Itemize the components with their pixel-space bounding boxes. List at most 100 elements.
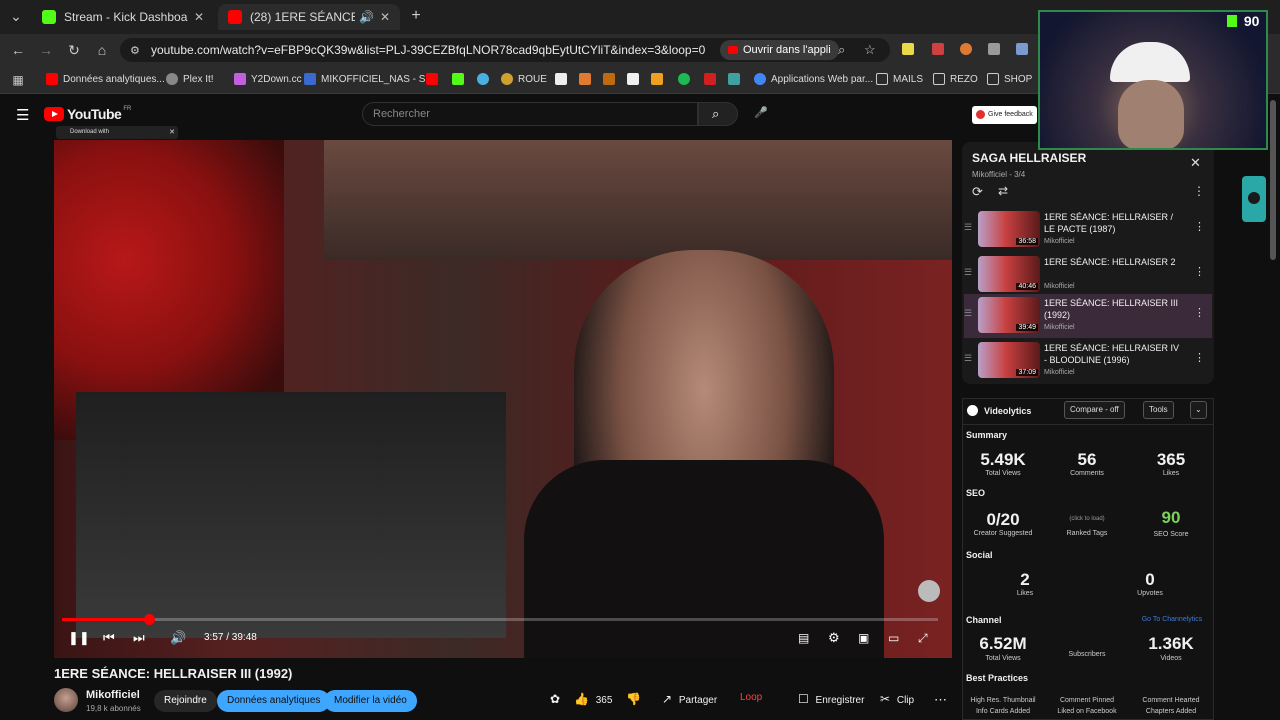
channel-name[interactable]: Mikofficiel [86, 689, 140, 701]
join-button[interactable]: Rejoindre [154, 690, 217, 712]
drag-handle-icon[interactable]: ☰ [964, 353, 972, 364]
bookmark-item[interactable] [555, 73, 572, 85]
channel-avatar[interactable] [54, 688, 78, 712]
dislike-button[interactable]: 👎 [626, 692, 641, 706]
close-tab-icon[interactable]: ✕ [194, 10, 204, 24]
progress-bar[interactable] [62, 614, 938, 625]
bookmark-item[interactable]: Applications Web par... [754, 73, 873, 85]
extension-icon[interactable] [1016, 43, 1028, 55]
extension-icon[interactable] [960, 43, 972, 55]
bookmark-item[interactable] [603, 73, 620, 85]
bookmark-folder[interactable]: REZO [933, 73, 978, 85]
forward-icon[interactable]: → [38, 42, 54, 58]
bookmark-item[interactable] [651, 73, 668, 85]
save-button[interactable]: ☐ Enregistrer [798, 692, 864, 706]
youtube-logo[interactable]: YouTube FR [44, 106, 131, 122]
item-menu-icon[interactable]: ⋮ [1194, 220, 1205, 233]
previous-button[interactable]: ⏮ [103, 630, 115, 646]
open-in-app-button[interactable]: Ouvrir dans l'appli [720, 40, 839, 60]
bookmark-item[interactable] [452, 73, 469, 85]
tools-dropdown[interactable]: Tools [1143, 401, 1174, 419]
playlist-item-active[interactable]: ☰ 39:49 1ERE SÉANCE: HELLRAISER III (199… [964, 294, 1212, 338]
playlist-item[interactable]: ☰ 37:09 1ERE SÉANCE: HELLRAISER IV - BLO… [964, 339, 1212, 383]
bookmark-item[interactable]: Plex It! [166, 73, 214, 85]
miniplayer-button[interactable]: ▣ [858, 630, 869, 646]
videolytics-side-widget[interactable] [1242, 176, 1266, 222]
click-to-load-link[interactable]: (click to load) [1047, 516, 1127, 522]
loop-button[interactable]: Loop [740, 692, 762, 703]
playlist-menu-icon[interactable]: ⋮ [1193, 184, 1205, 198]
playlist-title[interactable]: SAGA HELLRAISER [972, 151, 1086, 165]
home-icon[interactable]: ⌂ [94, 42, 110, 58]
shuffle-icon[interactable]: ⇄ [998, 184, 1008, 198]
drag-handle-icon[interactable]: ☰ [964, 267, 972, 278]
voice-search-icon[interactable]: 🎤 [752, 104, 770, 122]
give-feedback-button[interactable]: Give feedback [972, 106, 1037, 124]
page-scrollbar[interactable] [1270, 100, 1276, 260]
tab-search-icon[interactable]: ⌄ [8, 8, 24, 24]
subtitles-button[interactable]: ▤ [798, 630, 809, 646]
bookmark-item[interactable] [627, 73, 644, 85]
collapse-chevron-icon[interactable]: ⌄ [1190, 401, 1207, 419]
item-menu-icon[interactable]: ⋮ [1194, 265, 1205, 278]
bookmark-item[interactable] [477, 73, 494, 85]
site-info-icon[interactable]: ⚙ [130, 44, 140, 57]
extension-icon[interactable] [988, 43, 1000, 55]
bookmark-item[interactable] [704, 73, 721, 85]
search-button[interactable]: ⌕ [698, 102, 738, 126]
bookmark-item[interactable]: MIKOFFICIEL_NAS - S... [304, 73, 434, 85]
close-playlist-icon[interactable]: ✕ [1190, 155, 1201, 171]
scrubber-handle[interactable] [143, 614, 155, 625]
bookmark-item[interactable]: Y2Down.cc [234, 73, 302, 85]
hamburger-menu-icon[interactable]: ☰ [16, 106, 29, 124]
go-to-channelytics-link[interactable]: Go To Channelytics [1130, 616, 1214, 623]
pause-button[interactable]: ❚❚ [68, 630, 90, 646]
close-icon[interactable]: ✕ [169, 126, 175, 139]
video-player[interactable] [54, 140, 952, 658]
playlist-item[interactable]: ☰ 36:58 1ERE SÉANCE: HELLRAISER / LE PAC… [964, 208, 1212, 252]
tab-youtube-video[interactable]: (28) 1ERE SÉANCE: HELLRAISE 🔊 ✕ [218, 4, 400, 30]
extension-icon[interactable]: ✿ [550, 692, 560, 706]
channel-watermark[interactable] [918, 580, 940, 602]
clip-button[interactable]: ✂ Clip [880, 692, 914, 706]
cast-button[interactable]: ▭ [888, 630, 899, 646]
compare-toggle[interactable]: Compare - off [1064, 401, 1125, 419]
extension-icon[interactable] [932, 43, 944, 55]
new-tab-icon[interactable]: + [408, 8, 424, 24]
drag-handle-icon[interactable]: ☰ [964, 308, 972, 319]
settings-gear-icon[interactable]: ⚙ [828, 630, 840, 646]
reload-icon[interactable]: ↻ [66, 42, 82, 58]
like-button[interactable]: 👍 365 [574, 692, 612, 706]
bookmark-item[interactable]: ROUE [501, 73, 547, 85]
close-tab-icon[interactable]: ✕ [380, 10, 390, 24]
back-icon[interactable]: ← [10, 42, 26, 58]
bookmark-item[interactable] [728, 73, 745, 85]
analytics-button[interactable]: Données analytiques [217, 690, 331, 712]
apps-grid-icon[interactable]: ▦ [10, 72, 26, 88]
zoom-icon[interactable]: ⌕ [838, 42, 845, 58]
edit-video-button[interactable]: Modifier la vidéo [324, 690, 417, 712]
bookmark-folder[interactable]: SHOP [987, 73, 1032, 85]
share-button[interactable]: ↗ Partager [662, 692, 717, 706]
downloader-bar[interactable]: Download with ✕ [56, 126, 178, 139]
playlist-item[interactable]: ☰ 40:46 1ERE SÉANCE: HELLRAISER 2 Mikoff… [964, 253, 1212, 297]
bookmark-folder[interactable]: MAILS [876, 73, 923, 85]
audio-icon[interactable]: 🔊 [359, 10, 374, 24]
bookmark-item[interactable]: Données analytiques... [46, 73, 165, 85]
tab-kick-dashboard[interactable]: Stream - Kick Dashboard ✕ [32, 4, 214, 30]
more-actions-button[interactable]: ⋯ [934, 692, 947, 708]
bookmark-item[interactable] [678, 73, 695, 85]
loop-playlist-icon[interactable]: ⟳ [972, 184, 983, 200]
bookmark-item[interactable] [579, 73, 596, 85]
item-menu-icon[interactable]: ⋮ [1194, 306, 1205, 319]
drag-handle-icon[interactable]: ☰ [964, 222, 972, 233]
bookmark-item[interactable] [426, 73, 443, 85]
bookmark-star-icon[interactable]: ☆ [864, 42, 876, 58]
extension-icon[interactable] [902, 43, 914, 55]
item-menu-icon[interactable]: ⋮ [1194, 351, 1205, 364]
search-input[interactable]: Rechercher [362, 102, 698, 126]
url-text[interactable]: youtube.com/watch?v=eFBP9cQK39w&list=PLJ… [151, 43, 705, 57]
volume-icon[interactable]: 🔊 [170, 630, 186, 646]
fullscreen-button[interactable]: ⤢ [918, 630, 928, 646]
next-button[interactable]: ⏭ [133, 630, 145, 646]
